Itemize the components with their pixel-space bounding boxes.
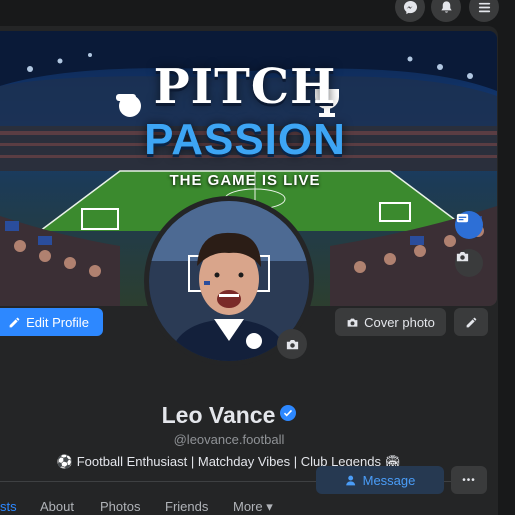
- profile-handle: @leovance.football: [173, 432, 285, 447]
- add-friend-icon: [345, 475, 355, 485]
- messenger-button[interactable]: [395, 0, 425, 22]
- cover-photo-button[interactable]: Cover photo: [335, 308, 446, 336]
- message-label: Message: [362, 472, 416, 488]
- profile-name-text: Leo Vance: [161, 402, 276, 428]
- tab-more[interactable]: More ▾: [233, 499, 273, 515]
- tab-friends[interactable]: Friends: [165, 499, 208, 514]
- messenger-icon: [403, 0, 417, 14]
- avatar-camera-button[interactable]: [277, 329, 307, 359]
- edit-cover-button[interactable]: [454, 308, 488, 336]
- logo-title: PITCH: [153, 59, 337, 115]
- pencil-icon: [466, 317, 476, 327]
- tab-photos[interactable]: Photos: [100, 499, 140, 514]
- verified-badge-icon: [280, 405, 297, 421]
- tab-posts[interactable]: sts: [0, 499, 17, 514]
- edit-profile-label: Edit Profile: [26, 314, 89, 330]
- cover-photo-label: Cover photo: [364, 314, 435, 330]
- logo-subtitle: PASSION: [144, 115, 346, 164]
- camera-icon: [456, 252, 469, 262]
- top-bar: [0, 0, 515, 26]
- edit-profile-button[interactable]: Edit Profile: [0, 308, 103, 336]
- camera-icon: [347, 318, 358, 327]
- tab-about[interactable]: About: [40, 499, 74, 514]
- profile-name: Leo Vance: [0, 402, 458, 429]
- pencil-icon: [9, 317, 20, 327]
- more-actions-button[interactable]: •••: [451, 466, 487, 494]
- more-actions-icon: •••: [462, 474, 476, 486]
- notifications-button[interactable]: [431, 0, 461, 22]
- logo-tagline: THE GAME IS LIVE: [169, 172, 321, 189]
- menu-button[interactable]: [469, 0, 499, 22]
- camera-icon: [286, 339, 298, 349]
- bell-icon: [440, 0, 452, 13]
- cover-camera-button[interactable]: [455, 249, 483, 277]
- chat-sticker-icon: [456, 213, 469, 223]
- message-button[interactable]: Message: [316, 466, 444, 494]
- profile-card: PITCH PASSION THE GAME IS LIVE Edit Prof…: [0, 26, 498, 515]
- menu-icon: [478, 2, 490, 12]
- cover-sticker-button[interactable]: [455, 211, 483, 239]
